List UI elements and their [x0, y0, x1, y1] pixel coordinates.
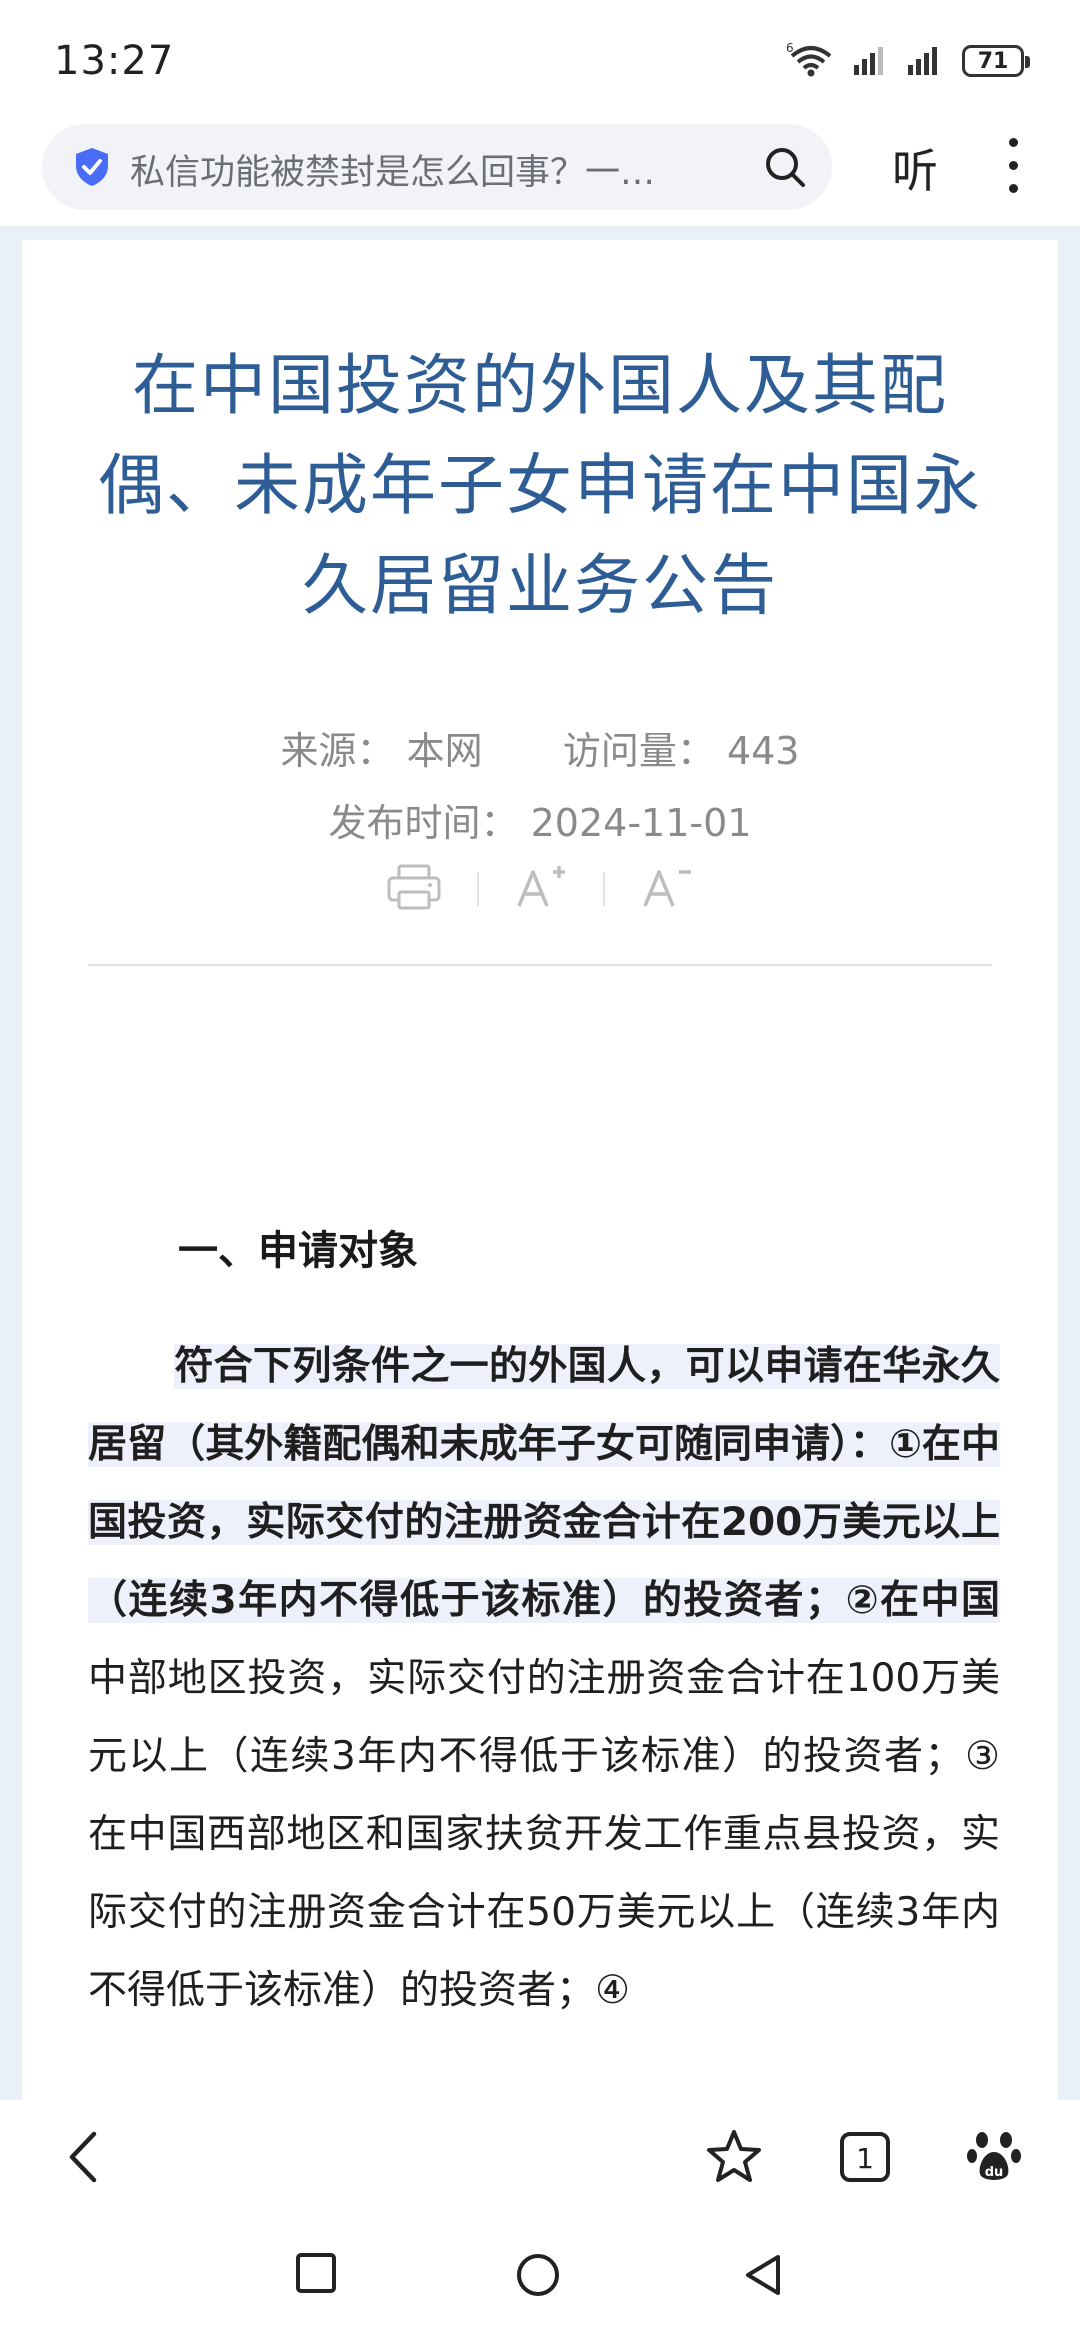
listen-button[interactable]: 听 [892, 135, 938, 201]
source-value: 本网 [406, 729, 483, 773]
print-icon[interactable] [385, 862, 443, 916]
tabs-button[interactable]: 1 [838, 2126, 892, 2192]
article-title: 在中国投资的外国人及其配偶、未成年子女申请在中国永久居留业务公告 [98, 347, 982, 624]
article-tools [22, 862, 1058, 916]
publish-value: 2024-11-01 [530, 801, 752, 845]
article-meta: 来源： 本网 访问量： 443 [22, 720, 1058, 775]
search-icon[interactable] [762, 144, 808, 194]
back-icon[interactable] [60, 2126, 110, 2192]
status-icons: 6 71 [786, 40, 1030, 82]
divider [603, 872, 605, 906]
visits-label: 访问量： [562, 729, 715, 773]
section-heading: 一、申请对象 [178, 1228, 418, 1274]
article-page: 在中国投资的外国人及其配偶、未成年子女申请在中国永久居留业务公告 来源： 本网 … [22, 240, 1058, 2100]
battery-level: 71 [977, 48, 1009, 74]
publish-label: 发布时间： [328, 801, 519, 845]
wifi-label: 6 [786, 41, 794, 55]
more-menu-icon[interactable] [1006, 138, 1020, 194]
shield-icon [72, 146, 112, 192]
font-decrease-icon[interactable] [639, 862, 695, 916]
baidu-paw-icon[interactable]: du [966, 2126, 1022, 2192]
paragraph-text: 中部地区投资，实际交付的注册资金合计在100万美元以上（连续3年内不得低于该标准… [88, 1656, 1000, 2013]
signal-icon-1 [854, 43, 890, 79]
title-divider [88, 964, 992, 966]
article-paragraph: 符合下列条件之一的外国人，可以申请在华永久居留（其外籍配偶和未成年子女可随同申请… [88, 1328, 1000, 2030]
tab-count: 1 [856, 2142, 874, 2175]
wifi-icon: 6 [786, 40, 836, 82]
publish-meta: 发布时间： 2024-11-01 [22, 792, 1058, 847]
svg-text:du: du [985, 2165, 1004, 2180]
status-time: 13:27 [54, 38, 175, 84]
battery-icon: 71 [962, 45, 1030, 77]
divider [477, 872, 479, 906]
system-nav-bar [0, 2215, 1080, 2331]
address-bar[interactable]: 私信功能被禁封是怎么回事？一… [42, 124, 832, 210]
recents-square-icon[interactable] [294, 2251, 338, 2299]
home-circle-icon[interactable] [514, 2251, 562, 2303]
source-label: 来源： [280, 729, 395, 773]
address-text[interactable]: 私信功能被禁封是怎么回事？一… [130, 144, 770, 195]
browser-bottom-bar: 1 du [0, 2100, 1080, 2215]
signal-icon-2 [908, 43, 944, 79]
back-triangle-icon[interactable] [740, 2251, 786, 2303]
status-bar: 13:27 6 71 [0, 0, 1080, 120]
font-increase-icon[interactable] [513, 862, 569, 916]
visits-value: 443 [726, 729, 800, 773]
highlighted-text: 符合下列条件之一的外国人，可以申请在华永久居留（其外籍配偶和未成年子女可随同申请… [88, 1344, 1000, 1623]
bookmark-star-icon[interactable] [704, 2126, 764, 2192]
